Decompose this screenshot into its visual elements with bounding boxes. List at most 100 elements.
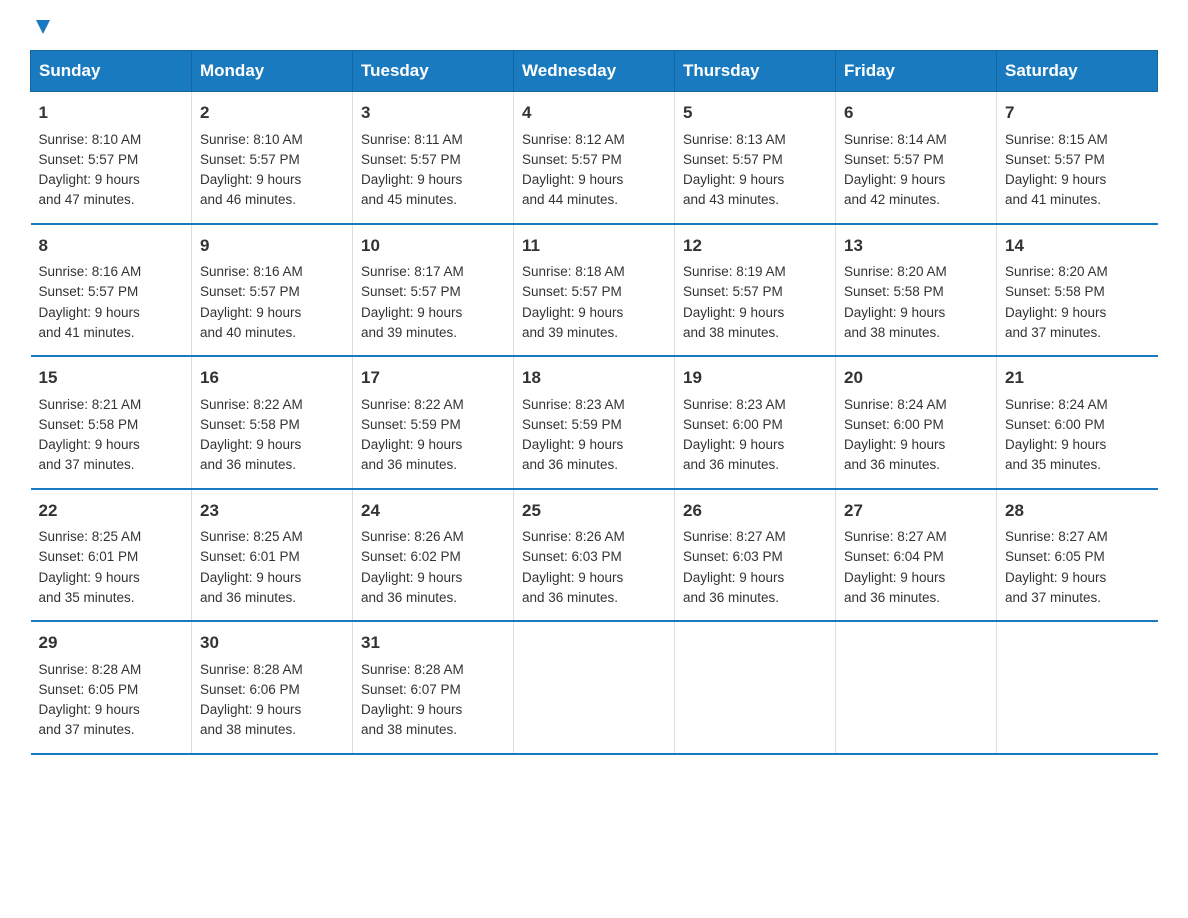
day-number: 8 — [39, 233, 184, 259]
calendar-cell: 3 Sunrise: 8:11 AMSunset: 5:57 PMDaylight… — [353, 92, 514, 224]
calendar-cell — [836, 621, 997, 754]
day-number: 13 — [844, 233, 988, 259]
day-number: 12 — [683, 233, 827, 259]
week-row-4: 22 Sunrise: 8:25 AMSunset: 6:01 PMDayligh… — [31, 489, 1158, 622]
weekday-header-sunday: Sunday — [31, 51, 192, 92]
calendar-cell: 17 Sunrise: 8:22 AMSunset: 5:59 PMDayligh… — [353, 356, 514, 489]
calendar-cell: 28 Sunrise: 8:27 AMSunset: 6:05 PMDayligh… — [997, 489, 1158, 622]
calendar-cell: 13 Sunrise: 8:20 AMSunset: 5:58 PMDayligh… — [836, 224, 997, 357]
day-number: 6 — [844, 100, 988, 126]
calendar-cell: 25 Sunrise: 8:26 AMSunset: 6:03 PMDayligh… — [514, 489, 675, 622]
day-number: 16 — [200, 365, 344, 391]
day-number: 22 — [39, 498, 184, 524]
calendar-cell: 22 Sunrise: 8:25 AMSunset: 6:01 PMDayligh… — [31, 489, 192, 622]
day-number: 28 — [1005, 498, 1150, 524]
calendar-cell — [514, 621, 675, 754]
day-number: 30 — [200, 630, 344, 656]
weekday-header-row: SundayMondayTuesdayWednesdayThursdayFrid… — [31, 51, 1158, 92]
weekday-header-saturday: Saturday — [997, 51, 1158, 92]
day-info: Sunrise: 8:21 AMSunset: 5:58 PMDaylight:… — [39, 397, 142, 473]
calendar-cell: 29 Sunrise: 8:28 AMSunset: 6:05 PMDayligh… — [31, 621, 192, 754]
day-number: 24 — [361, 498, 505, 524]
calendar-cell: 23 Sunrise: 8:25 AMSunset: 6:01 PMDayligh… — [192, 489, 353, 622]
day-info: Sunrise: 8:23 AMSunset: 5:59 PMDaylight:… — [522, 397, 625, 473]
day-number: 26 — [683, 498, 827, 524]
weekday-header-thursday: Thursday — [675, 51, 836, 92]
week-row-3: 15 Sunrise: 8:21 AMSunset: 5:58 PMDayligh… — [31, 356, 1158, 489]
day-number: 21 — [1005, 365, 1150, 391]
calendar-cell: 15 Sunrise: 8:21 AMSunset: 5:58 PMDayligh… — [31, 356, 192, 489]
day-number: 17 — [361, 365, 505, 391]
week-row-5: 29 Sunrise: 8:28 AMSunset: 6:05 PMDayligh… — [31, 621, 1158, 754]
day-number: 18 — [522, 365, 666, 391]
day-number: 3 — [361, 100, 505, 126]
day-info: Sunrise: 8:17 AMSunset: 5:57 PMDaylight:… — [361, 264, 464, 340]
day-number: 19 — [683, 365, 827, 391]
day-info: Sunrise: 8:20 AMSunset: 5:58 PMDaylight:… — [844, 264, 947, 340]
day-number: 5 — [683, 100, 827, 126]
day-number: 11 — [522, 233, 666, 259]
calendar-cell: 9 Sunrise: 8:16 AMSunset: 5:57 PMDaylight… — [192, 224, 353, 357]
day-number: 15 — [39, 365, 184, 391]
day-info: Sunrise: 8:18 AMSunset: 5:57 PMDaylight:… — [522, 264, 625, 340]
day-info: Sunrise: 8:16 AMSunset: 5:57 PMDaylight:… — [200, 264, 303, 340]
day-number: 27 — [844, 498, 988, 524]
calendar-cell: 21 Sunrise: 8:24 AMSunset: 6:00 PMDayligh… — [997, 356, 1158, 489]
day-info: Sunrise: 8:22 AMSunset: 5:58 PMDaylight:… — [200, 397, 303, 473]
day-info: Sunrise: 8:27 AMSunset: 6:05 PMDaylight:… — [1005, 529, 1108, 605]
day-info: Sunrise: 8:28 AMSunset: 6:05 PMDaylight:… — [39, 662, 142, 738]
calendar-cell: 12 Sunrise: 8:19 AMSunset: 5:57 PMDayligh… — [675, 224, 836, 357]
calendar-cell: 11 Sunrise: 8:18 AMSunset: 5:57 PMDayligh… — [514, 224, 675, 357]
day-info: Sunrise: 8:25 AMSunset: 6:01 PMDaylight:… — [200, 529, 303, 605]
calendar-cell: 30Sunrise: 8:28 AMSunset: 6:06 PMDayligh… — [192, 621, 353, 754]
calendar-cell: 26 Sunrise: 8:27 AMSunset: 6:03 PMDayligh… — [675, 489, 836, 622]
week-row-2: 8 Sunrise: 8:16 AMSunset: 5:57 PMDaylight… — [31, 224, 1158, 357]
day-number: 4 — [522, 100, 666, 126]
day-info: Sunrise: 8:10 AMSunset: 5:57 PMDaylight:… — [39, 132, 142, 208]
day-number: 2 — [200, 100, 344, 126]
day-number: 20 — [844, 365, 988, 391]
day-info: Sunrise: 8:13 AMSunset: 5:57 PMDaylight:… — [683, 132, 786, 208]
calendar-cell — [997, 621, 1158, 754]
day-info: Sunrise: 8:22 AMSunset: 5:59 PMDaylight:… — [361, 397, 464, 473]
calendar-cell: 31Sunrise: 8:28 AMSunset: 6:07 PMDayligh… — [353, 621, 514, 754]
day-number: 9 — [200, 233, 344, 259]
calendar-cell: 5 Sunrise: 8:13 AMSunset: 5:57 PMDaylight… — [675, 92, 836, 224]
calendar-cell: 8 Sunrise: 8:16 AMSunset: 5:57 PMDaylight… — [31, 224, 192, 357]
day-info: Sunrise: 8:19 AMSunset: 5:57 PMDaylight:… — [683, 264, 786, 340]
day-number: 1 — [39, 100, 184, 126]
day-info: Sunrise: 8:15 AMSunset: 5:57 PMDaylight:… — [1005, 132, 1108, 208]
calendar-cell: 24Sunrise: 8:26 AMSunset: 6:02 PMDayligh… — [353, 489, 514, 622]
weekday-header-friday: Friday — [836, 51, 997, 92]
calendar-cell: 14Sunrise: 8:20 AMSunset: 5:58 PMDayligh… — [997, 224, 1158, 357]
day-info: Sunrise: 8:10 AMSunset: 5:57 PMDaylight:… — [200, 132, 303, 208]
day-number: 23 — [200, 498, 344, 524]
day-info: Sunrise: 8:27 AMSunset: 6:03 PMDaylight:… — [683, 529, 786, 605]
calendar-cell: 27 Sunrise: 8:27 AMSunset: 6:04 PMDayligh… — [836, 489, 997, 622]
calendar-table: SundayMondayTuesdayWednesdayThursdayFrid… — [30, 50, 1158, 755]
calendar-cell: 2 Sunrise: 8:10 AMSunset: 5:57 PMDaylight… — [192, 92, 353, 224]
day-info: Sunrise: 8:23 AMSunset: 6:00 PMDaylight:… — [683, 397, 786, 473]
day-number: 25 — [522, 498, 666, 524]
weekday-header-monday: Monday — [192, 51, 353, 92]
calendar-cell: 6 Sunrise: 8:14 AMSunset: 5:57 PMDaylight… — [836, 92, 997, 224]
page-header — [30, 20, 1158, 32]
day-info: Sunrise: 8:24 AMSunset: 6:00 PMDaylight:… — [1005, 397, 1108, 473]
calendar-cell — [675, 621, 836, 754]
weekday-header-wednesday: Wednesday — [514, 51, 675, 92]
day-info: Sunrise: 8:26 AMSunset: 6:03 PMDaylight:… — [522, 529, 625, 605]
calendar-cell: 18 Sunrise: 8:23 AMSunset: 5:59 PMDayligh… — [514, 356, 675, 489]
calendar-cell: 20 Sunrise: 8:24 AMSunset: 6:00 PMDayligh… — [836, 356, 997, 489]
week-row-1: 1 Sunrise: 8:10 AMSunset: 5:57 PMDaylight… — [31, 92, 1158, 224]
day-number: 29 — [39, 630, 184, 656]
day-info: Sunrise: 8:14 AMSunset: 5:57 PMDaylight:… — [844, 132, 947, 208]
day-info: Sunrise: 8:27 AMSunset: 6:04 PMDaylight:… — [844, 529, 947, 605]
day-info: Sunrise: 8:11 AMSunset: 5:57 PMDaylight:… — [361, 132, 463, 208]
day-info: Sunrise: 8:25 AMSunset: 6:01 PMDaylight:… — [39, 529, 142, 605]
logo-arrow-icon — [32, 16, 54, 38]
calendar-cell: 7Sunrise: 8:15 AMSunset: 5:57 PMDaylight… — [997, 92, 1158, 224]
day-info: Sunrise: 8:16 AMSunset: 5:57 PMDaylight:… — [39, 264, 142, 340]
day-info: Sunrise: 8:24 AMSunset: 6:00 PMDaylight:… — [844, 397, 947, 473]
day-info: Sunrise: 8:12 AMSunset: 5:57 PMDaylight:… — [522, 132, 625, 208]
weekday-header-tuesday: Tuesday — [353, 51, 514, 92]
